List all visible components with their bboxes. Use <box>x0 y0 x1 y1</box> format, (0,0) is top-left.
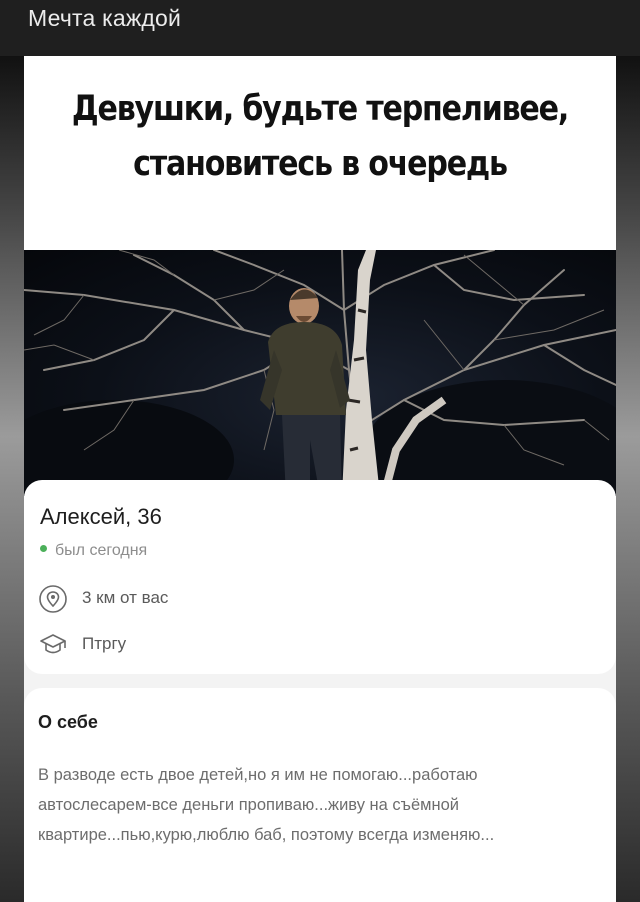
online-status: был сегодня <box>40 542 147 560</box>
header-title: Мечта каждой <box>28 5 182 31</box>
distance-text: 3 км от вас <box>82 588 169 607</box>
graduation-cap-icon <box>38 630 68 665</box>
profile-photo[interactable] <box>24 250 616 496</box>
blurred-side-left <box>0 56 24 902</box>
caption-area: Девушки, будьте терпеливее, становитесь … <box>24 56 616 250</box>
meme-caption: Девушки, будьте терпеливее, становитесь … <box>71 89 569 184</box>
about-text: В разводе есть двое детей,но я им не пом… <box>38 766 495 844</box>
education-text: Птргу <box>82 634 127 653</box>
about-section: О себе В разводе есть двое детей,но я им… <box>24 688 616 902</box>
meme-post: Девушки, будьте терпеливее, становитесь … <box>24 56 616 902</box>
profile-name-age: Алексей, 36 <box>40 504 162 529</box>
location-pin-icon <box>38 584 68 619</box>
app-header: Мечта каждой <box>0 0 640 56</box>
blurred-side-right <box>616 56 640 902</box>
status-dot <box>40 545 47 553</box>
status-text: был сегодня <box>55 542 148 559</box>
night-tree-scene <box>24 250 616 496</box>
about-title: О себе <box>38 712 98 732</box>
profile-card: Алексей, 36 был сегодня 3 км от вас Птрг… <box>24 480 616 674</box>
